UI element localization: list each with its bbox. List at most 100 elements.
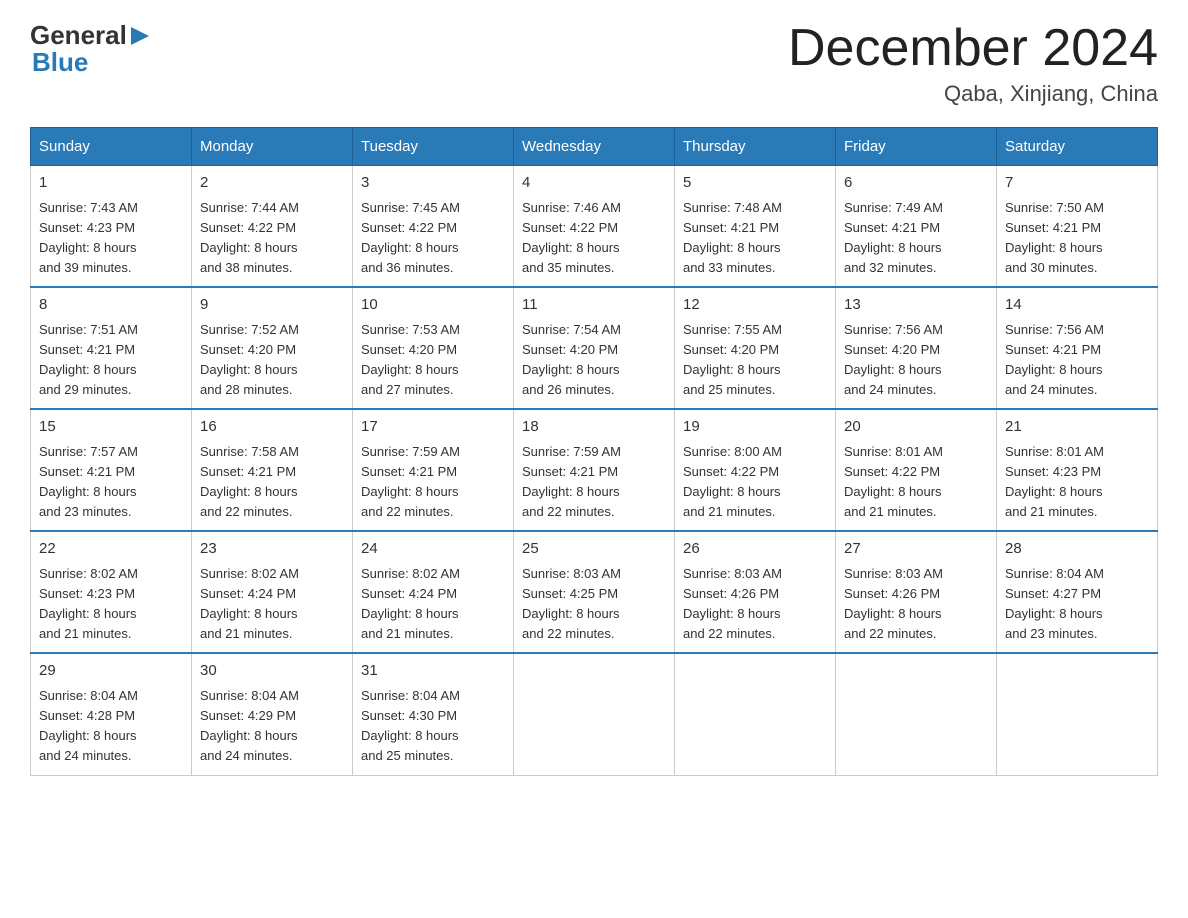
day-number: 21 bbox=[1005, 416, 1149, 439]
calendar-cell bbox=[997, 653, 1158, 775]
calendar-cell: 9 Sunrise: 7:52 AMSunset: 4:20 PMDaylight… bbox=[192, 287, 353, 409]
calendar-cell: 2Sunrise: 7:44 AMSunset: 4:22 PMDaylight… bbox=[192, 166, 353, 288]
calendar-cell: 26Sunrise: 8:03 AMSunset: 4:26 PMDayligh… bbox=[675, 531, 836, 653]
calendar-cell: 5 Sunrise: 7:48 AMSunset: 4:21 PMDaylight… bbox=[675, 166, 836, 288]
day-number: 15 bbox=[39, 416, 183, 439]
week-row-1: 1 Sunrise: 7:43 AMSunset: 4:23 PMDaylight… bbox=[31, 166, 1158, 288]
day-info: Sunrise: 7:52 AMSunset: 4:20 PMDaylight:… bbox=[200, 322, 299, 397]
day-number: 18 bbox=[522, 416, 666, 439]
logo-blue-part bbox=[127, 25, 151, 47]
day-info: Sunrise: 8:02 AMSunset: 4:24 PMDaylight:… bbox=[200, 566, 299, 641]
day-number: 10 bbox=[361, 294, 505, 317]
day-number: 26 bbox=[683, 538, 827, 561]
calendar-cell: 12 Sunrise: 7:55 AMSunset: 4:20 PMDayligh… bbox=[675, 287, 836, 409]
day-number: 5 bbox=[683, 172, 827, 195]
day-info: Sunrise: 7:53 AMSunset: 4:20 PMDaylight:… bbox=[361, 322, 460, 397]
calendar-cell: 7Sunrise: 7:50 AMSunset: 4:21 PMDaylight… bbox=[997, 166, 1158, 288]
day-number: 6 bbox=[844, 172, 988, 195]
day-info: Sunrise: 7:56 AMSunset: 4:21 PMDaylight:… bbox=[1005, 322, 1104, 397]
calendar-cell: 23 Sunrise: 8:02 AMSunset: 4:24 PMDayligh… bbox=[192, 531, 353, 653]
day-number: 13 bbox=[844, 294, 988, 317]
day-number: 4 bbox=[522, 172, 666, 195]
day-number: 30 bbox=[200, 660, 344, 683]
calendar-cell: 4Sunrise: 7:46 AMSunset: 4:22 PMDaylight… bbox=[514, 166, 675, 288]
day-info: Sunrise: 7:55 AMSunset: 4:20 PMDaylight:… bbox=[683, 322, 782, 397]
title-block: December 2024 Qaba, Xinjiang, China bbox=[788, 20, 1158, 107]
day-info: Sunrise: 8:03 AMSunset: 4:26 PMDaylight:… bbox=[844, 566, 943, 641]
day-number: 23 bbox=[200, 538, 344, 561]
day-info: Sunrise: 8:04 AMSunset: 4:30 PMDaylight:… bbox=[361, 688, 460, 763]
day-info: Sunrise: 7:54 AMSunset: 4:20 PMDaylight:… bbox=[522, 322, 621, 397]
day-info: Sunrise: 7:58 AMSunset: 4:21 PMDaylight:… bbox=[200, 444, 299, 519]
day-info: Sunrise: 7:45 AMSunset: 4:22 PMDaylight:… bbox=[361, 200, 460, 275]
day-number: 11 bbox=[522, 294, 666, 317]
day-info: Sunrise: 7:49 AMSunset: 4:21 PMDaylight:… bbox=[844, 200, 943, 275]
day-info: Sunrise: 8:01 AMSunset: 4:22 PMDaylight:… bbox=[844, 444, 943, 519]
calendar-cell: 25 Sunrise: 8:03 AMSunset: 4:25 PMDayligh… bbox=[514, 531, 675, 653]
day-number: 24 bbox=[361, 538, 505, 561]
calendar-cell: 24 Sunrise: 8:02 AMSunset: 4:24 PMDayligh… bbox=[353, 531, 514, 653]
day-info: Sunrise: 8:04 AMSunset: 4:29 PMDaylight:… bbox=[200, 688, 299, 763]
logo-flag-icon bbox=[129, 25, 151, 47]
day-info: Sunrise: 8:01 AMSunset: 4:23 PMDaylight:… bbox=[1005, 444, 1104, 519]
day-info: Sunrise: 7:48 AMSunset: 4:21 PMDaylight:… bbox=[683, 200, 782, 275]
day-info: Sunrise: 8:04 AMSunset: 4:28 PMDaylight:… bbox=[39, 688, 138, 763]
calendar-cell: 29 Sunrise: 8:04 AMSunset: 4:28 PMDayligh… bbox=[31, 653, 192, 775]
calendar-cell: 17 Sunrise: 7:59 AMSunset: 4:21 PMDayligh… bbox=[353, 409, 514, 531]
calendar-cell: 22 Sunrise: 8:02 AMSunset: 4:23 PMDayligh… bbox=[31, 531, 192, 653]
calendar-cell: 13 Sunrise: 7:56 AMSunset: 4:20 PMDayligh… bbox=[836, 287, 997, 409]
calendar-cell: 10 Sunrise: 7:53 AMSunset: 4:20 PMDayligh… bbox=[353, 287, 514, 409]
day-info: Sunrise: 7:57 AMSunset: 4:21 PMDaylight:… bbox=[39, 444, 138, 519]
header-sunday: Sunday bbox=[31, 128, 192, 166]
calendar-cell: 3Sunrise: 7:45 AMSunset: 4:22 PMDaylight… bbox=[353, 166, 514, 288]
header-saturday: Saturday bbox=[997, 128, 1158, 166]
day-info: Sunrise: 8:02 AMSunset: 4:24 PMDaylight:… bbox=[361, 566, 460, 641]
day-number: 29 bbox=[39, 660, 183, 683]
day-info: Sunrise: 8:02 AMSunset: 4:23 PMDaylight:… bbox=[39, 566, 138, 641]
calendar-cell: 14 Sunrise: 7:56 AMSunset: 4:21 PMDayligh… bbox=[997, 287, 1158, 409]
day-number: 1 bbox=[39, 172, 183, 195]
page-header: General Blue December 2024 Qaba, Xinjian… bbox=[30, 20, 1158, 107]
calendar-cell: 15 Sunrise: 7:57 AMSunset: 4:21 PMDayligh… bbox=[31, 409, 192, 531]
calendar-table: SundayMondayTuesdayWednesdayThursdayFrid… bbox=[30, 127, 1158, 775]
day-number: 16 bbox=[200, 416, 344, 439]
day-number: 17 bbox=[361, 416, 505, 439]
day-info: Sunrise: 7:59 AMSunset: 4:21 PMDaylight:… bbox=[361, 444, 460, 519]
calendar-cell: 1 Sunrise: 7:43 AMSunset: 4:23 PMDaylight… bbox=[31, 166, 192, 288]
calendar-cell bbox=[836, 653, 997, 775]
calendar-cell: 19 Sunrise: 8:00 AMSunset: 4:22 PMDayligh… bbox=[675, 409, 836, 531]
day-info: Sunrise: 7:44 AMSunset: 4:22 PMDaylight:… bbox=[200, 200, 299, 275]
day-info: Sunrise: 7:43 AMSunset: 4:23 PMDaylight:… bbox=[39, 200, 138, 275]
logo-blue-label: Blue bbox=[32, 47, 88, 78]
calendar-cell: 6 Sunrise: 7:49 AMSunset: 4:21 PMDaylight… bbox=[836, 166, 997, 288]
day-info: Sunrise: 8:04 AMSunset: 4:27 PMDaylight:… bbox=[1005, 566, 1104, 641]
day-number: 14 bbox=[1005, 294, 1149, 317]
day-number: 8 bbox=[39, 294, 183, 317]
header-monday: Monday bbox=[192, 128, 353, 166]
month-title: December 2024 bbox=[788, 20, 1158, 77]
location-title: Qaba, Xinjiang, China bbox=[788, 81, 1158, 107]
day-info: Sunrise: 7:51 AMSunset: 4:21 PMDaylight:… bbox=[39, 322, 138, 397]
day-number: 12 bbox=[683, 294, 827, 317]
week-row-3: 15 Sunrise: 7:57 AMSunset: 4:21 PMDayligh… bbox=[31, 409, 1158, 531]
logo: General Blue bbox=[30, 20, 151, 78]
calendar-cell: 30 Sunrise: 8:04 AMSunset: 4:29 PMDayligh… bbox=[192, 653, 353, 775]
day-number: 19 bbox=[683, 416, 827, 439]
day-number: 25 bbox=[522, 538, 666, 561]
calendar-cell: 27Sunrise: 8:03 AMSunset: 4:26 PMDayligh… bbox=[836, 531, 997, 653]
week-row-4: 22 Sunrise: 8:02 AMSunset: 4:23 PMDayligh… bbox=[31, 531, 1158, 653]
header-thursday: Thursday bbox=[675, 128, 836, 166]
calendar-cell: 16 Sunrise: 7:58 AMSunset: 4:21 PMDayligh… bbox=[192, 409, 353, 531]
calendar-cell: 31 Sunrise: 8:04 AMSunset: 4:30 PMDayligh… bbox=[353, 653, 514, 775]
calendar-cell: 11 Sunrise: 7:54 AMSunset: 4:20 PMDayligh… bbox=[514, 287, 675, 409]
day-info: Sunrise: 8:03 AMSunset: 4:25 PMDaylight:… bbox=[522, 566, 621, 641]
day-info: Sunrise: 8:00 AMSunset: 4:22 PMDaylight:… bbox=[683, 444, 782, 519]
day-number: 9 bbox=[200, 294, 344, 317]
day-info: Sunrise: 7:56 AMSunset: 4:20 PMDaylight:… bbox=[844, 322, 943, 397]
day-info: Sunrise: 7:59 AMSunset: 4:21 PMDaylight:… bbox=[522, 444, 621, 519]
week-row-5: 29 Sunrise: 8:04 AMSunset: 4:28 PMDayligh… bbox=[31, 653, 1158, 775]
day-number: 31 bbox=[361, 660, 505, 683]
day-number: 22 bbox=[39, 538, 183, 561]
calendar-header-row: SundayMondayTuesdayWednesdayThursdayFrid… bbox=[31, 128, 1158, 166]
calendar-cell: 18 Sunrise: 7:59 AMSunset: 4:21 PMDayligh… bbox=[514, 409, 675, 531]
